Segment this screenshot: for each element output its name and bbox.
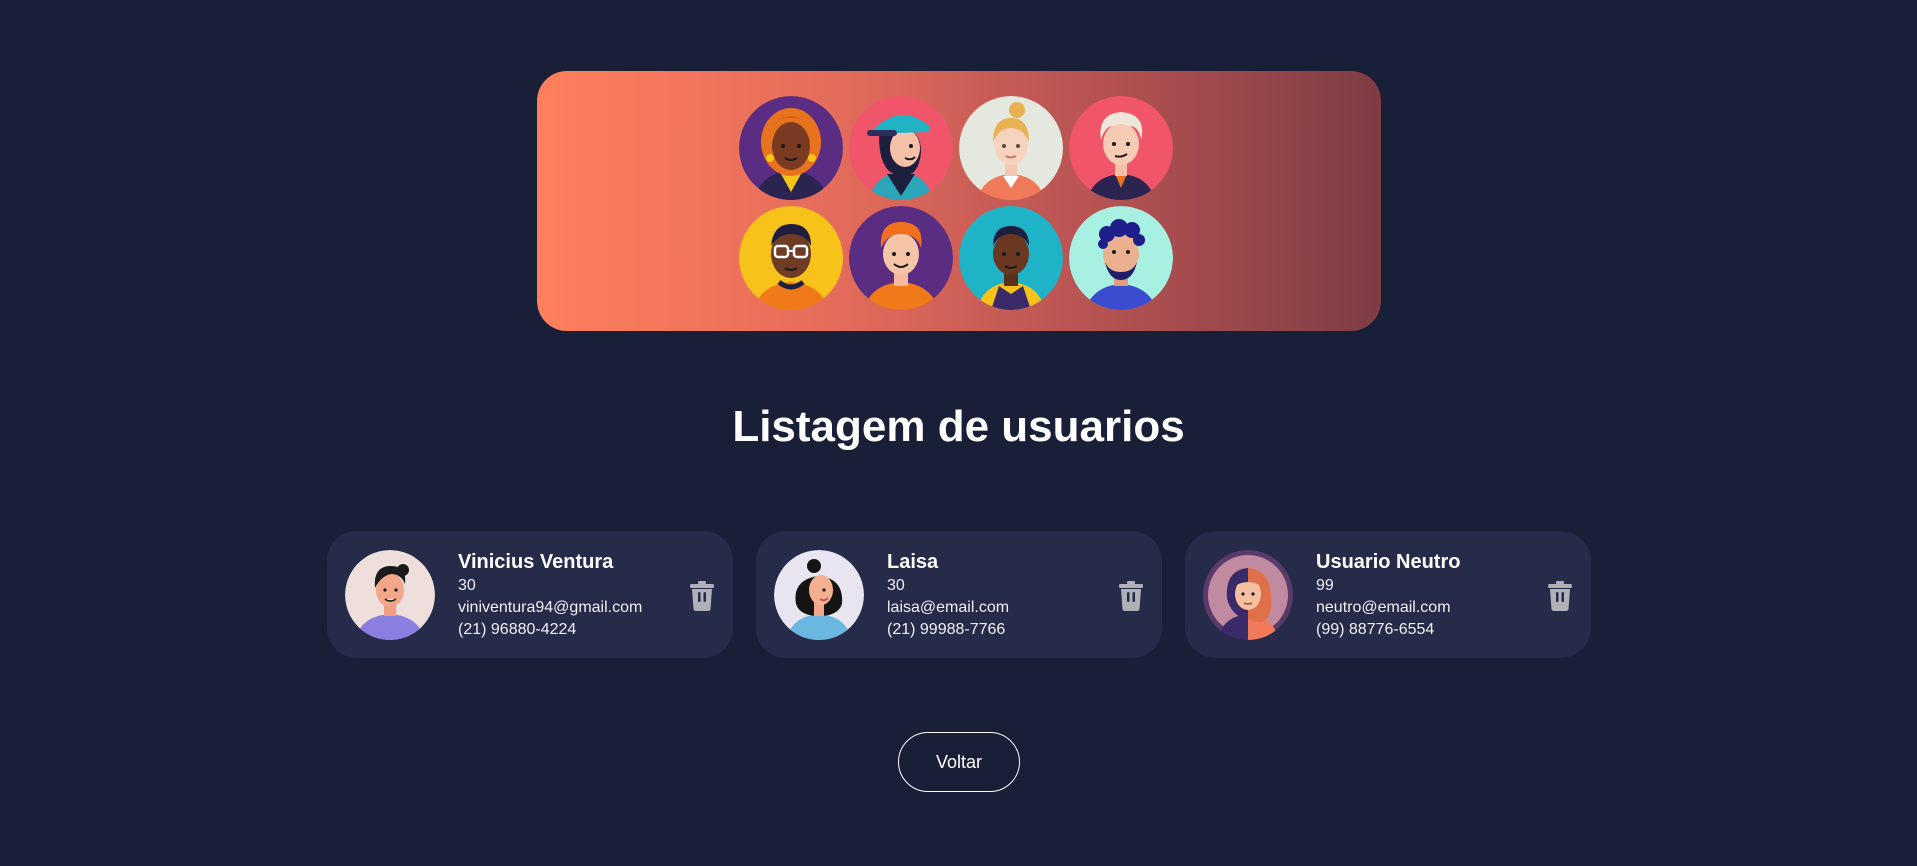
hero-avatar-woman-blonde: [959, 96, 1063, 200]
user-card: Usuario Neutro 99 neutro@email.com (99) …: [1185, 531, 1591, 658]
user-info: Usuario Neutro 99 neutro@email.com (99) …: [1316, 549, 1460, 641]
user-email: laisa@email.com: [887, 599, 1010, 616]
hero-avatar-woman-cap: [849, 96, 953, 200]
man-avatar-icon: [345, 550, 435, 640]
trash-icon[interactable]: [1547, 581, 1573, 611]
neutral-avatar-icon: [1203, 550, 1293, 640]
hero-avatar-man-white-hair: [1069, 96, 1173, 200]
user-info: Laisa 30 laisa@email.com (21) 99988-7766: [887, 549, 1009, 641]
user-name: Usuario Neutro: [1316, 551, 1461, 573]
trash-icon[interactable]: [689, 581, 715, 611]
user-card: Laisa 30 laisa@email.com (21) 99988-7766: [756, 531, 1162, 658]
trash-icon[interactable]: [1118, 581, 1144, 611]
page: Listagem de usuarios Vinicius Ventura 30…: [0, 0, 1917, 866]
back-button[interactable]: Voltar: [898, 732, 1020, 792]
user-age: 30: [887, 577, 905, 594]
user-email: neutro@email.com: [1316, 599, 1451, 616]
page-title: Listagem de usuarios: [732, 402, 1185, 451]
user-age: 99: [1316, 577, 1334, 594]
user-name: Vinicius Ventura: [458, 551, 614, 573]
user-age: 30: [458, 577, 476, 594]
user-card-list: Vinicius Ventura 30 viniventura94@gmail.…: [327, 531, 1591, 658]
user-info: Vinicius Ventura 30 viniventura94@gmail.…: [458, 549, 642, 641]
hero-avatar-man-beard: [1069, 206, 1173, 310]
user-phone: (21) 96880-4224: [458, 621, 577, 638]
hero-avatar-man-dark-skin: [959, 206, 1063, 310]
hero-avatar-man-redhead: [849, 206, 953, 310]
user-phone: (99) 88776-6554: [1316, 621, 1435, 638]
user-email: viniventura94@gmail.com: [458, 599, 643, 616]
hero-avatar-man-glasses: [739, 206, 843, 310]
user-name: Laisa: [887, 551, 939, 573]
hero-banner: [537, 71, 1381, 331]
hero-avatar-woman-curly-hair: [739, 96, 843, 200]
hero-avatar-grid: [739, 96, 1179, 310]
woman-avatar-icon: [774, 550, 864, 640]
user-card: Vinicius Ventura 30 viniventura94@gmail.…: [327, 531, 733, 658]
user-phone: (21) 99988-7766: [887, 621, 1006, 638]
